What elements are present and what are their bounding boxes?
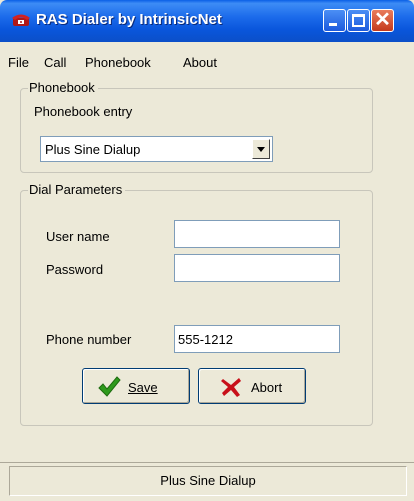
- chevron-down-icon: [257, 147, 265, 152]
- phone-number-input[interactable]: [174, 325, 340, 353]
- menu-phonebook[interactable]: Phonebook: [85, 55, 151, 70]
- save-button[interactable]: Save: [82, 368, 190, 404]
- x-icon: [221, 378, 241, 397]
- menu-call[interactable]: Call: [44, 55, 66, 70]
- minimize-icon: [329, 23, 337, 26]
- phonebook-entry-label: Phonebook entry: [34, 104, 133, 119]
- abort-button-label: Abort: [251, 380, 283, 395]
- save-button-label: Save: [128, 380, 158, 395]
- status-bar: Plus Sine Dialup: [0, 462, 414, 501]
- window-title: RAS Dialer by IntrinsicNet: [36, 11, 222, 28]
- minimize-button[interactable]: [323, 9, 346, 32]
- maximize-button[interactable]: [347, 9, 370, 32]
- menu-about[interactable]: About: [183, 55, 217, 70]
- phonebook-group-label: Phonebook: [28, 80, 98, 95]
- password-input[interactable]: [174, 254, 340, 282]
- password-label: Password: [46, 262, 104, 277]
- menu-file[interactable]: File: [8, 55, 29, 70]
- menu-bar: File Call Phonebook About: [0, 52, 414, 72]
- status-text: Plus Sine Dialup: [9, 466, 407, 496]
- username-input[interactable]: [174, 220, 340, 248]
- phonebook-entry-value: Plus Sine Dialup: [45, 142, 141, 157]
- phonebook-entry-dropdown[interactable]: Plus Sine Dialup: [40, 136, 273, 162]
- title-bar[interactable]: RAS Dialer by IntrinsicNet ✕: [0, 0, 414, 42]
- dial-parameters-group-label: Dial Parameters: [28, 182, 126, 197]
- dropdown-button[interactable]: [252, 139, 270, 159]
- username-label: User name: [46, 229, 110, 244]
- checkmark-icon: [98, 376, 121, 397]
- phone-number-label: Phone number: [46, 332, 132, 347]
- telephone-icon: [12, 14, 30, 26]
- close-icon: ✕: [374, 9, 391, 31]
- abort-button[interactable]: Abort: [198, 368, 306, 404]
- close-button[interactable]: ✕: [371, 9, 394, 32]
- maximize-icon: [352, 14, 365, 27]
